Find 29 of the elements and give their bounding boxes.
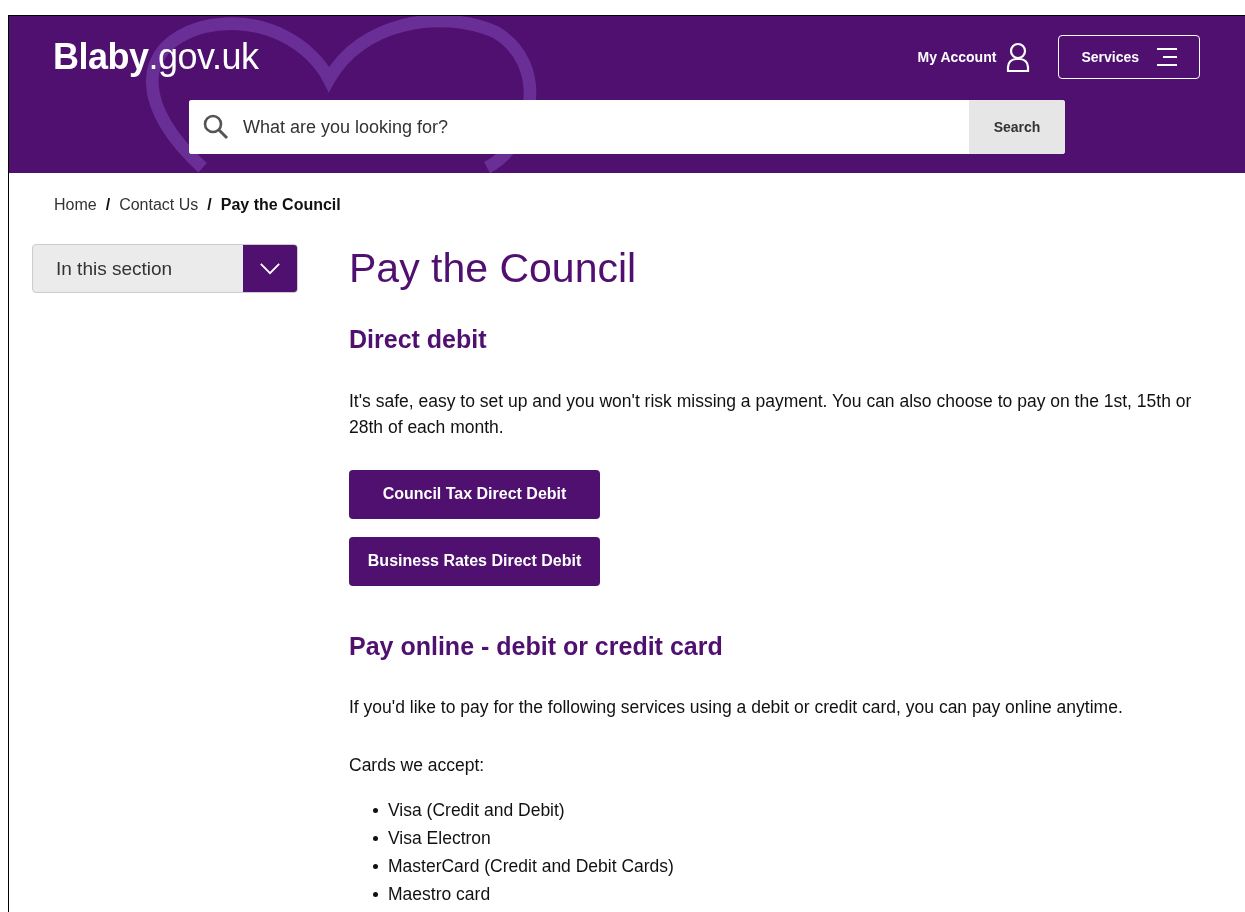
section-menu-button[interactable]: In this section <box>32 244 298 293</box>
section-heading: Direct debit <box>349 324 488 356</box>
paragraph: It's safe, easy to set up and you won't risk missing a payment. You can also choose to pay on the 1st, 15th or 28th of each month. <box>349 389 1193 439</box>
bullet-icon <box>373 891 378 897</box>
direct-debit-button[interactable]: Council Tax Direct Debit <box>349 469 600 519</box>
services-button[interactable]: Services <box>1058 35 1200 79</box>
breadcrumb-current: Pay the Council <box>220 196 341 215</box>
breadcrumb-link[interactable]: Contact Us <box>119 196 199 226</box>
paragraph: If you'd like to pay for the following services using a debit or credit card, you can pay online anytime. <box>349 696 1124 720</box>
site-logo[interactable]: Blaby.gov.uk <box>53 36 259 78</box>
list-item: Visa Electron <box>388 827 491 851</box>
bullet-icon <box>373 807 378 813</box>
direct-debit-button[interactable]: Business Rates Direct Debit <box>349 536 600 586</box>
list-item: MasterCard (Credit and Debit Cards) <box>388 855 674 879</box>
breadcrumb-separator: / <box>207 196 212 215</box>
breadcrumb-link[interactable]: Home <box>54 196 97 226</box>
breadcrumb-separator: / <box>105 196 111 215</box>
search-button[interactable]: Search <box>969 100 1065 154</box>
my-account-link[interactable]: My Account <box>917 49 997 65</box>
search-icon <box>203 114 229 140</box>
list-item: Visa (Credit and Debit) <box>388 799 565 823</box>
page-title: Pay the Council <box>349 244 638 293</box>
bullet-icon <box>373 835 378 841</box>
section-heading: Pay online - debit or credit card <box>349 630 724 662</box>
user-icon[interactable] <box>1006 42 1031 72</box>
paragraph: Cards we accept: <box>349 754 486 778</box>
list-item: Maestro card <box>388 883 491 907</box>
menu-icon <box>1155 47 1179 67</box>
bullet-icon <box>373 863 378 869</box>
